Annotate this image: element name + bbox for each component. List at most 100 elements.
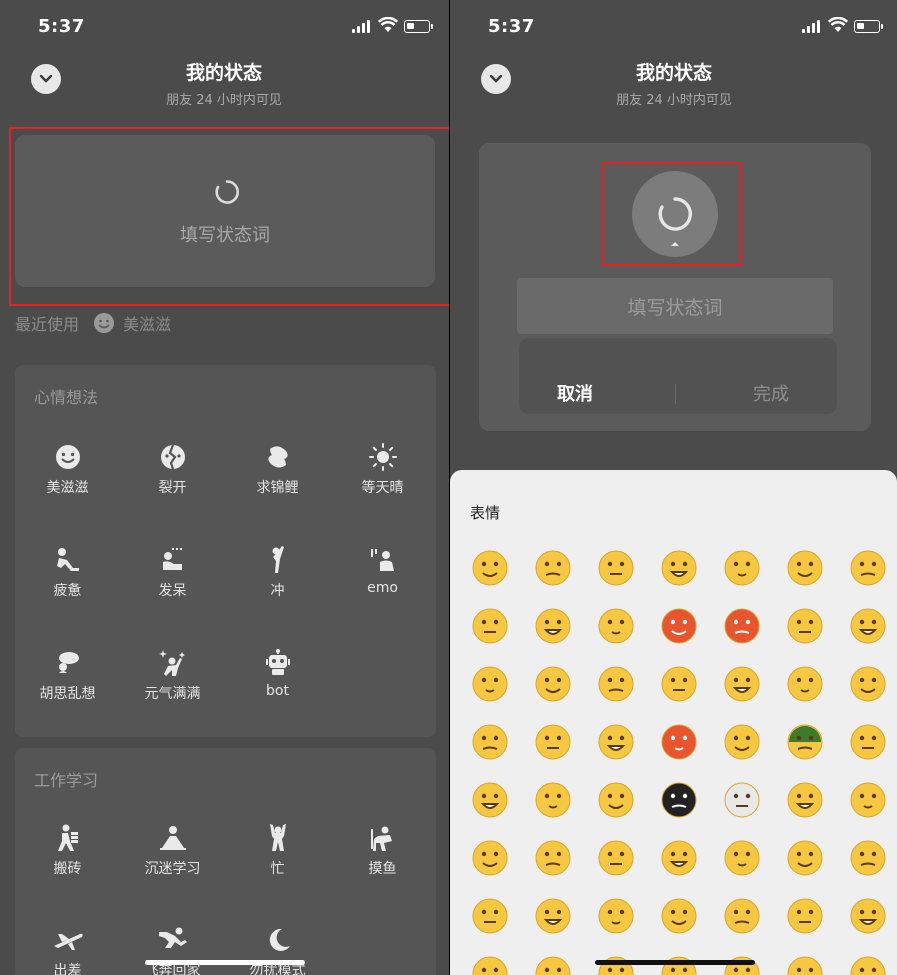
- emoji-icon[interactable]: [848, 838, 888, 878]
- cancel-button[interactable]: 取消: [557, 380, 593, 406]
- mood-item-label: 美滋滋: [46, 480, 89, 496]
- rush-icon: [272, 546, 284, 573]
- recent-item[interactable]: 美滋滋: [123, 311, 171, 335]
- emoji-icon[interactable]: [785, 722, 825, 762]
- robot-icon: [265, 649, 290, 675]
- emoji-icon[interactable]: [659, 606, 699, 646]
- mood-item-daze[interactable]: 发呆: [120, 544, 225, 600]
- emoji-icon[interactable]: [470, 896, 510, 936]
- moon-icon: [269, 928, 290, 951]
- emoji-icon[interactable]: [533, 664, 573, 704]
- emoji-icon[interactable]: [596, 722, 636, 762]
- work-item-travel[interactable]: 出差: [15, 924, 120, 975]
- work-item-slacking[interactable]: 摸鱼: [330, 822, 435, 878]
- emoji-icon[interactable]: [470, 954, 510, 975]
- mood-section: 心情想法 美滋滋 裂开 求锦鲤 等天晴 疲惫 发呆 冲 emo 胡思乱想 元气满…: [15, 365, 436, 737]
- wifi-icon: [828, 17, 848, 32]
- mood-item-thinking[interactable]: 胡思乱想: [15, 647, 120, 703]
- emoji-icon[interactable]: [848, 722, 888, 762]
- home-indicator[interactable]: [145, 960, 305, 965]
- emoji-icon[interactable]: [470, 722, 510, 762]
- mood-item-tired[interactable]: 疲惫: [15, 544, 120, 600]
- mood-item-rush[interactable]: 冲: [225, 544, 330, 600]
- busy-icon: [269, 824, 286, 851]
- emoji-icon[interactable]: [722, 606, 762, 646]
- work-section: 工作学习 搬砖 沉迷学习 忙 摸鱼 出差 飞奔回家 勿扰模式: [15, 748, 436, 975]
- mood-item-bot[interactable]: bot: [225, 647, 330, 699]
- work-item-brick[interactable]: 搬砖: [15, 822, 120, 878]
- emoji-icon[interactable]: [470, 838, 510, 878]
- work-item-dnd[interactable]: 勿扰模式: [225, 924, 330, 975]
- emoji-icon[interactable]: [848, 548, 888, 588]
- header: 我的状态 朋友 24 小时内可见: [124, 58, 324, 108]
- emoji-icon[interactable]: [659, 838, 699, 878]
- emoji-icon[interactable]: [596, 664, 636, 704]
- wifi-icon: [378, 17, 398, 32]
- status-text-input[interactable]: 填写状态词: [517, 278, 833, 334]
- emoji-icon[interactable]: [533, 548, 573, 588]
- work-item-study[interactable]: 沉迷学习: [120, 822, 225, 878]
- emoji-icon[interactable]: [848, 780, 888, 820]
- emoji-icon[interactable]: [533, 606, 573, 646]
- emoji-icon[interactable]: [533, 838, 573, 878]
- mood-item-liekai[interactable]: 裂开: [120, 441, 225, 497]
- emoji-icon[interactable]: [848, 606, 888, 646]
- mood-item-label: emo: [367, 580, 398, 596]
- emoji-icon[interactable]: [596, 896, 636, 936]
- mood-item-label: 等天晴: [361, 480, 404, 496]
- done-button[interactable]: 完成: [753, 380, 789, 406]
- emoji-icon[interactable]: [785, 780, 825, 820]
- emoji-icon[interactable]: [659, 780, 699, 820]
- work-item-label: 出差: [53, 963, 82, 975]
- emoji-icon[interactable]: [659, 548, 699, 588]
- mood-item-emo[interactable]: emo: [330, 544, 435, 596]
- sun-icon: [368, 443, 397, 471]
- status-placeholder: 填写状态词: [627, 296, 723, 319]
- mood-item-label: 元气满满: [144, 686, 201, 702]
- slacking-icon: [370, 826, 392, 851]
- emoji-icon[interactable]: [722, 664, 762, 704]
- emoji-icon[interactable]: [785, 606, 825, 646]
- emoji-icon[interactable]: [722, 780, 762, 820]
- emoji-icon[interactable]: [533, 780, 573, 820]
- emoji-icon[interactable]: [722, 838, 762, 878]
- emoji-icon[interactable]: [470, 664, 510, 704]
- emoji-icon[interactable]: [659, 664, 699, 704]
- emoji-icon[interactable]: [785, 548, 825, 588]
- emoji-icon[interactable]: [785, 954, 825, 975]
- mood-item-sun[interactable]: 等天晴: [330, 441, 435, 497]
- emoji-icon[interactable]: [596, 548, 636, 588]
- collapse-button[interactable]: [31, 64, 61, 94]
- emoji-icon[interactable]: [659, 896, 699, 936]
- emoji-icon[interactable]: [533, 954, 573, 975]
- mood-item-label: 发呆: [158, 583, 187, 599]
- emoji-icon[interactable]: [785, 664, 825, 704]
- emoji-icon[interactable]: [596, 606, 636, 646]
- mood-item-energetic[interactable]: 元气满满: [120, 647, 225, 703]
- emoji-icon[interactable]: [848, 664, 888, 704]
- emoji-icon[interactable]: [722, 722, 762, 762]
- work-item-run-home[interactable]: 飞奔回家: [120, 924, 225, 975]
- mood-item-meizizi[interactable]: 美滋滋: [15, 441, 120, 497]
- page-subtitle: 朋友 24 小时内可见: [616, 93, 732, 108]
- emoji-icon[interactable]: [848, 896, 888, 936]
- emoji-icon[interactable]: [722, 548, 762, 588]
- emoji-icon[interactable]: [470, 780, 510, 820]
- mood-item-koi[interactable]: 求锦鲤: [225, 441, 330, 497]
- work-item-busy[interactable]: 忙: [225, 822, 330, 878]
- emoji-icon[interactable]: [848, 954, 888, 975]
- emoji-icon[interactable]: [659, 722, 699, 762]
- emoji-icon[interactable]: [722, 896, 762, 936]
- home-indicator[interactable]: [595, 960, 755, 965]
- emoji-icon[interactable]: [533, 896, 573, 936]
- mood-item-label: 裂开: [158, 480, 187, 496]
- status-bar: 5:37: [0, 0, 449, 50]
- emoji-icon[interactable]: [596, 780, 636, 820]
- emoji-icon[interactable]: [470, 548, 510, 588]
- emoji-icon[interactable]: [785, 838, 825, 878]
- collapse-button[interactable]: [481, 64, 511, 94]
- emoji-icon[interactable]: [533, 722, 573, 762]
- emoji-icon[interactable]: [596, 838, 636, 878]
- emoji-icon[interactable]: [785, 896, 825, 936]
- emoji-icon[interactable]: [470, 606, 510, 646]
